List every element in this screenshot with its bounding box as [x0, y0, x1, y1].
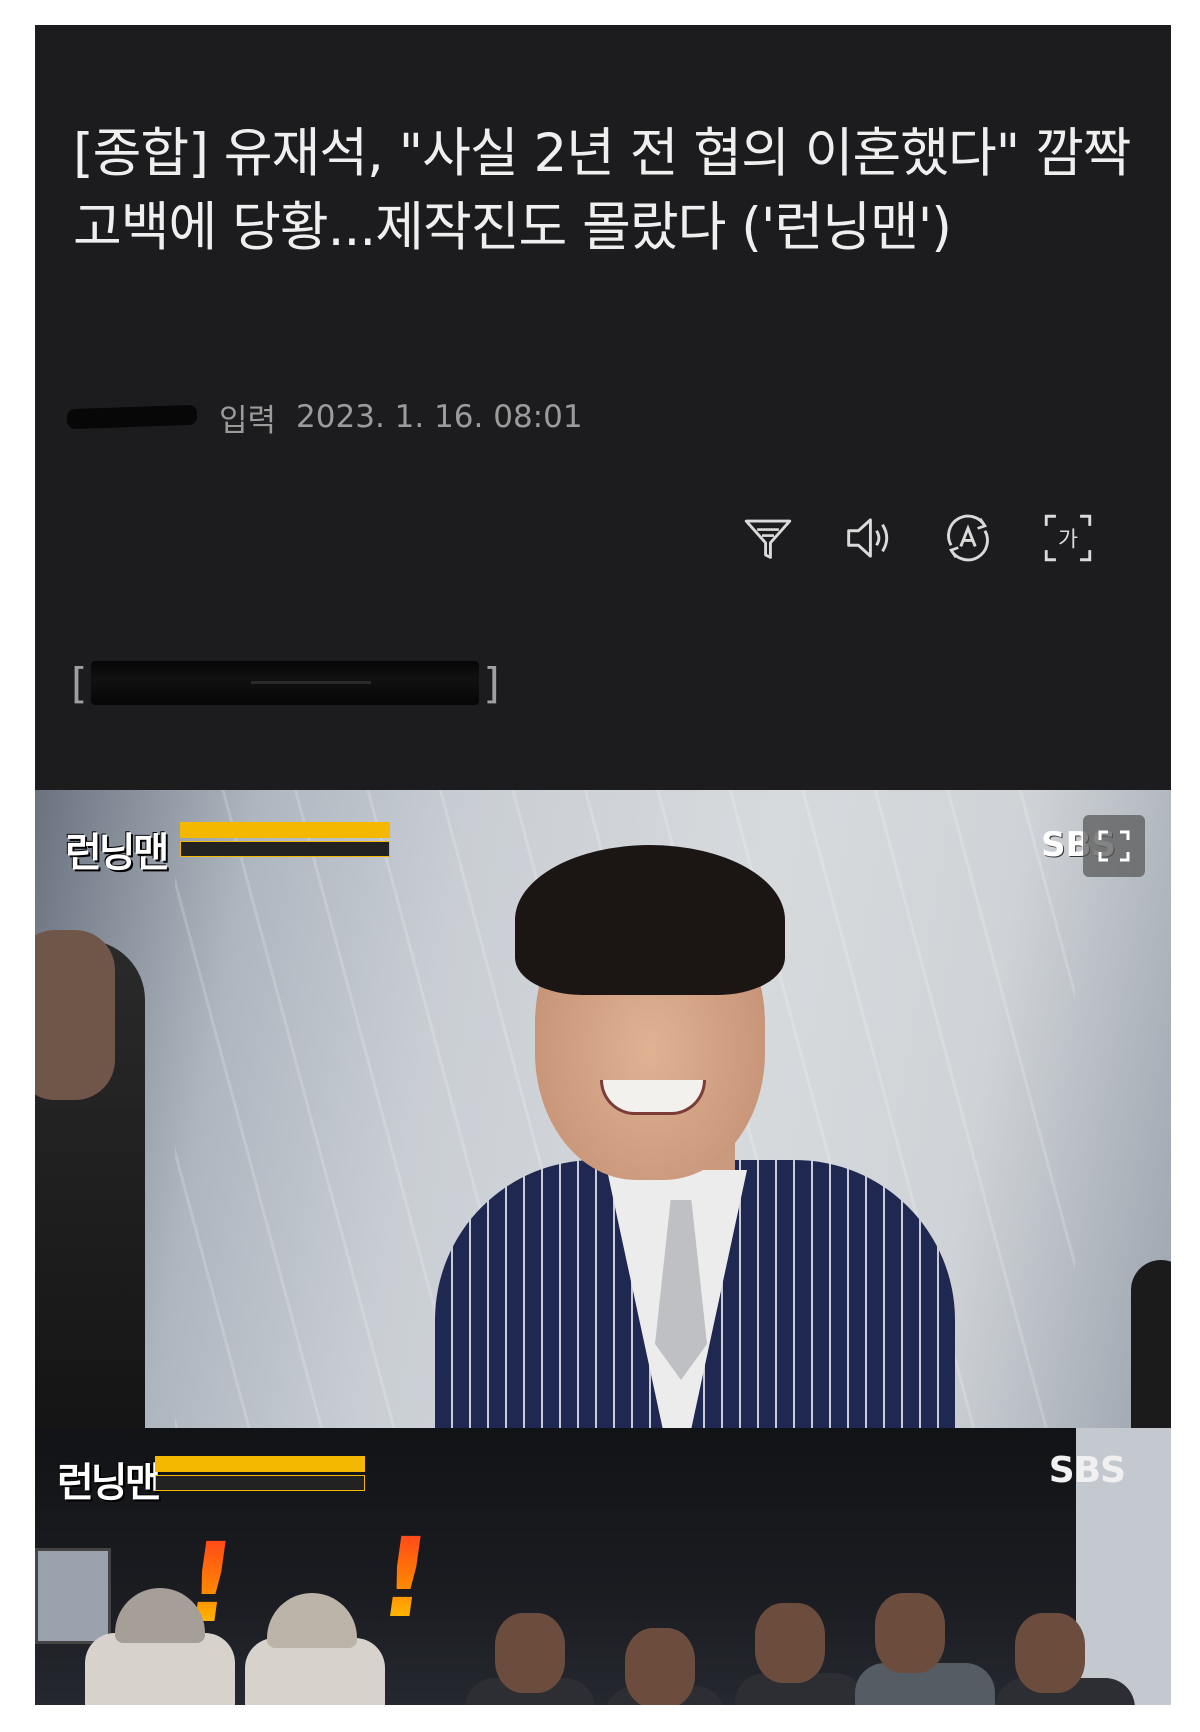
running-man-logo: 런닝맨 — [65, 830, 169, 876]
summary-button[interactable] — [735, 505, 801, 571]
studio-monitor — [35, 1548, 111, 1644]
article-photo[interactable]: 런닝맨 SBS — [35, 790, 1171, 1428]
article-headline: [종합] 유재석, "사실 2년 전 협의 이혼했다" 깜짝 고백에 당황...… — [73, 123, 1132, 258]
article-screenshot: [종합] 유재석, "사실 2년 전 협의 이혼했다" 깜짝 고백에 당황...… — [35, 25, 1171, 1705]
summary-filter-icon — [744, 519, 792, 559]
seated-cast-member-2 — [245, 1638, 385, 1705]
photo-caption: [ ] — [71, 657, 500, 709]
guest-head-1 — [495, 1613, 565, 1693]
caption-close-bracket: ] — [483, 658, 500, 708]
guest-head-2 — [625, 1628, 695, 1705]
publish-timestamp: 2023. 1. 16. 08:01 — [296, 399, 583, 435]
translate-icon — [947, 514, 989, 562]
listen-button[interactable] — [835, 505, 901, 571]
ticker-title-bar-bottom — [155, 1456, 365, 1472]
ticker-guest-bar-bottom — [155, 1475, 365, 1491]
exclamation-mark-right: ! — [371, 1514, 440, 1642]
article-meta: 입력 2023. 1. 16. 08:01 — [66, 397, 583, 439]
ticker-title-bar — [180, 822, 390, 838]
guest-head-3 — [755, 1603, 825, 1683]
font-size-button[interactable]: 가 — [1035, 505, 1101, 571]
seated-cast-member-1 — [85, 1633, 235, 1705]
side-person-right — [1131, 1260, 1171, 1428]
speaker-icon — [847, 518, 889, 558]
expand-image-button[interactable] — [1083, 815, 1145, 877]
cap-2 — [267, 1593, 357, 1648]
redacted-caption — [91, 661, 480, 705]
guest-head-5 — [1015, 1613, 1085, 1693]
redacted-author — [66, 404, 198, 430]
ticker-guest-bar — [180, 841, 390, 857]
expand-icon — [1098, 830, 1130, 862]
input-label: 입력 — [219, 402, 277, 439]
side-person-left-head — [35, 930, 115, 1100]
translate-button[interactable] — [935, 505, 1001, 571]
article-toolbar: 가 — [735, 505, 1155, 575]
sbs-watermark-bottom: SBS — [1048, 1450, 1126, 1491]
caption-open-bracket: [ — [71, 658, 88, 708]
running-man-logo-bottom: 런닝맨 — [57, 1460, 161, 1506]
second-photo[interactable]: 런닝맨 SBS ! ! — [35, 1428, 1171, 1705]
episode-ticker — [180, 822, 390, 858]
hair — [515, 845, 785, 995]
font-size-icon: 가 — [1044, 514, 1092, 562]
font-size-glyph: 가 — [1058, 527, 1078, 552]
guest-head-4 — [875, 1593, 945, 1673]
episode-ticker-bottom — [155, 1456, 365, 1492]
